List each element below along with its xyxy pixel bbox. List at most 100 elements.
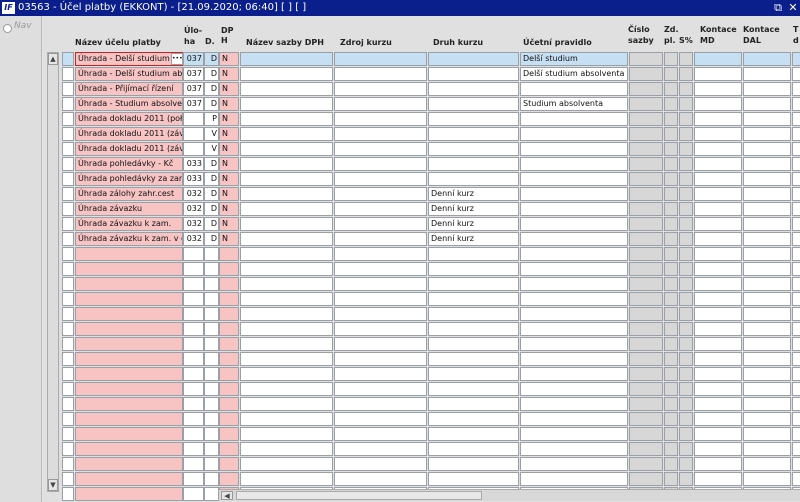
cell-s[interactable] bbox=[679, 367, 693, 381]
cell-dal[interactable] bbox=[743, 352, 791, 366]
cell-d[interactable] bbox=[204, 457, 219, 471]
cell-dph[interactable] bbox=[219, 382, 239, 396]
cell-dal[interactable] bbox=[743, 232, 791, 246]
cell-t[interactable] bbox=[792, 472, 800, 486]
row-selector[interactable] bbox=[62, 187, 74, 201]
cell-uloha[interactable] bbox=[183, 337, 204, 351]
cell-sazba[interactable] bbox=[240, 112, 333, 126]
cell-uloha[interactable] bbox=[183, 397, 204, 411]
cell-zdroj[interactable] bbox=[334, 307, 427, 321]
row-selector[interactable] bbox=[62, 97, 74, 111]
cell-cislo[interactable] bbox=[629, 97, 663, 111]
cell-d[interactable]: D bbox=[204, 232, 219, 246]
cell-druh[interactable] bbox=[428, 382, 519, 396]
cell-name[interactable]: Úhrada - Přijímací řízení bbox=[75, 82, 183, 96]
cell-sazba[interactable] bbox=[240, 352, 333, 366]
cell-dal[interactable] bbox=[743, 67, 791, 81]
cell-md[interactable] bbox=[694, 382, 742, 396]
cell-name[interactable] bbox=[75, 367, 183, 381]
cell-zd[interactable] bbox=[664, 337, 678, 351]
cell-pravidlo[interactable]: Studium absolventa bbox=[520, 97, 628, 111]
cell-uloha[interactable]: 037 bbox=[183, 97, 204, 111]
cell-dal[interactable] bbox=[743, 127, 791, 141]
cell-d[interactable]: D bbox=[204, 67, 219, 81]
cell-pravidlo[interactable] bbox=[520, 187, 628, 201]
cell-uloha[interactable]: 037 bbox=[183, 82, 204, 96]
cell-zdroj[interactable] bbox=[334, 187, 427, 201]
cell-dph[interactable]: N bbox=[219, 112, 239, 126]
cell-druh[interactable] bbox=[428, 82, 519, 96]
row-selector[interactable] bbox=[62, 307, 74, 321]
cell-t[interactable] bbox=[792, 202, 800, 216]
cell-zdroj[interactable] bbox=[334, 412, 427, 426]
cell-t[interactable] bbox=[792, 187, 800, 201]
cell-dal[interactable] bbox=[743, 412, 791, 426]
cell-d[interactable] bbox=[204, 382, 219, 396]
cell-d[interactable]: D bbox=[204, 217, 219, 231]
cell-sazba[interactable] bbox=[240, 292, 333, 306]
cell-dal[interactable] bbox=[743, 187, 791, 201]
cell-s[interactable] bbox=[679, 292, 693, 306]
cell-sazba[interactable] bbox=[240, 472, 333, 486]
cell-cislo[interactable] bbox=[629, 217, 663, 231]
cell-s[interactable] bbox=[679, 232, 693, 246]
cell-uloha[interactable]: 033 bbox=[183, 157, 204, 171]
cell-pravidlo[interactable] bbox=[520, 442, 628, 456]
cell-dph[interactable]: N bbox=[219, 217, 239, 231]
cell-t[interactable] bbox=[792, 367, 800, 381]
cell-uloha[interactable] bbox=[183, 367, 204, 381]
cell-d[interactable] bbox=[204, 442, 219, 456]
cell-name[interactable]: Úhrada dokladu 2011 (záv bbox=[75, 127, 183, 141]
cell-t[interactable] bbox=[792, 172, 800, 186]
column-header-md[interactable]: Kontace bbox=[700, 25, 737, 35]
cell-druh[interactable] bbox=[428, 322, 519, 336]
cell-uloha[interactable]: 033 bbox=[183, 172, 204, 186]
cell-zd[interactable] bbox=[664, 112, 678, 126]
cell-s[interactable] bbox=[679, 157, 693, 171]
cell-uloha[interactable]: 037 bbox=[183, 67, 204, 81]
cell-md[interactable] bbox=[694, 412, 742, 426]
cell-dph[interactable] bbox=[219, 247, 239, 261]
cell-t[interactable] bbox=[792, 142, 800, 156]
cell-dal[interactable] bbox=[743, 142, 791, 156]
cell-name[interactable] bbox=[75, 487, 183, 501]
cell-zd[interactable] bbox=[664, 322, 678, 336]
cell-md[interactable] bbox=[694, 427, 742, 441]
cell-md[interactable] bbox=[694, 337, 742, 351]
row-selector[interactable] bbox=[62, 262, 74, 276]
cell-md[interactable] bbox=[694, 277, 742, 291]
cell-uloha[interactable] bbox=[183, 277, 204, 291]
cell-dph[interactable] bbox=[219, 277, 239, 291]
cell-s[interactable] bbox=[679, 247, 693, 261]
cell-sazba[interactable] bbox=[240, 247, 333, 261]
row-selector[interactable] bbox=[62, 277, 74, 291]
cell-dph[interactable] bbox=[219, 352, 239, 366]
cell-md[interactable] bbox=[694, 457, 742, 471]
cell-druh[interactable]: Denní kurz bbox=[428, 232, 519, 246]
row-selector[interactable] bbox=[62, 157, 74, 171]
cell-druh[interactable] bbox=[428, 412, 519, 426]
cell-d[interactable] bbox=[204, 322, 219, 336]
cell-zdroj[interactable] bbox=[334, 457, 427, 471]
cell-zdroj[interactable] bbox=[334, 82, 427, 96]
cell-pravidlo[interactable] bbox=[520, 472, 628, 486]
row-selector[interactable] bbox=[62, 172, 74, 186]
cell-druh[interactable] bbox=[428, 457, 519, 471]
cell-s[interactable] bbox=[679, 457, 693, 471]
cell-name[interactable]: Úhrada závazku k zam. v c bbox=[75, 232, 183, 246]
cell-zd[interactable] bbox=[664, 172, 678, 186]
cell-s[interactable] bbox=[679, 127, 693, 141]
cell-md[interactable] bbox=[694, 97, 742, 111]
cell-zdroj[interactable] bbox=[334, 427, 427, 441]
cell-dph[interactable]: N bbox=[219, 172, 239, 186]
cell-dal[interactable] bbox=[743, 472, 791, 486]
cell-pravidlo[interactable] bbox=[520, 172, 628, 186]
row-selector[interactable] bbox=[62, 487, 74, 501]
cell-cislo[interactable] bbox=[629, 382, 663, 396]
cell-uloha[interactable] bbox=[183, 127, 204, 141]
cell-zd[interactable] bbox=[664, 277, 678, 291]
cell-name[interactable]: Úhrada dokladu 2011 (poł bbox=[75, 112, 183, 126]
cell-name[interactable] bbox=[75, 352, 183, 366]
cell-s[interactable] bbox=[679, 352, 693, 366]
cell-sazba[interactable] bbox=[240, 457, 333, 471]
